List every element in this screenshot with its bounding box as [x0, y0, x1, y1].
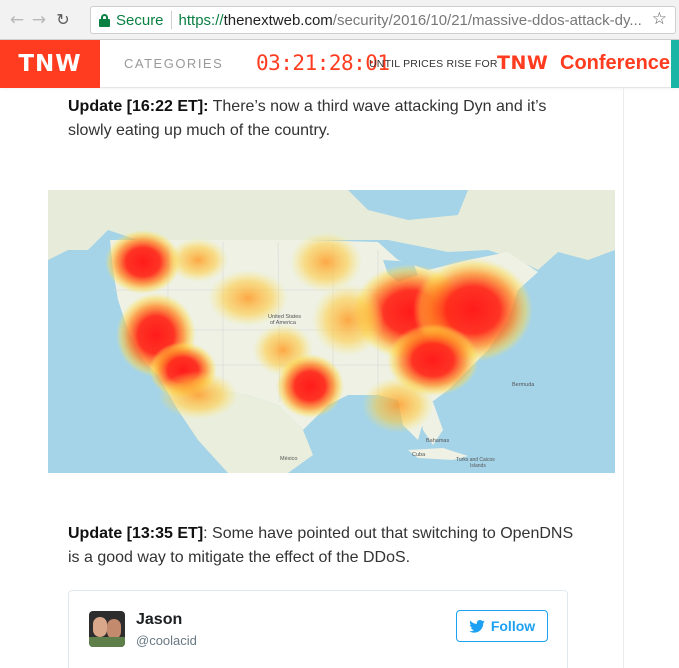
tnw-logo[interactable]: TNW [0, 40, 100, 88]
map-svg: United States of America México Bahamas … [48, 190, 615, 473]
reload-icon[interactable]: ↻ [52, 10, 74, 29]
omnibox-separator [170, 11, 172, 29]
map-label-bahamas: Bahamas [426, 438, 449, 444]
categories-menu[interactable]: CATEGORIES [124, 56, 223, 71]
map-label-cuba: Cuba [412, 452, 426, 458]
map-label-bermuda: Bermuda [512, 382, 535, 388]
outage-heat-map: United States of America México Bahamas … [48, 190, 615, 473]
back-arrow-icon[interactable]: ← [6, 10, 28, 30]
url-path: /security/2016/10/21/massive-ddos-attack… [332, 11, 642, 29]
update-paragraph: Update [13:35 ET]: Some have pointed out… [68, 522, 588, 570]
twitter-bird-icon [469, 619, 485, 633]
map-label-mexico: México [280, 456, 297, 462]
url-protocol: https:// [178, 11, 224, 29]
url-host: thenextweb.com [223, 11, 333, 29]
content-divider [623, 88, 624, 668]
lock-icon [99, 13, 110, 27]
address-bar[interactable]: Secure https://thenextweb.com/security/2… [90, 6, 676, 34]
until-prices-text: UNTIL PRICES RISE FOR [369, 58, 498, 70]
logo-text: TNW [18, 51, 82, 77]
secure-label: Secure [116, 11, 164, 29]
avatar[interactable] [89, 611, 125, 647]
conference-logo[interactable]: TNW [497, 52, 548, 74]
follow-label: Follow [490, 618, 536, 634]
tweet-author-name[interactable]: Jason [136, 611, 182, 629]
update-paragraph: Update [16:22 ET]: There’s now a third w… [68, 95, 588, 143]
tweet-author-handle[interactable]: @coolacid [136, 633, 197, 648]
update-label: Update [16:22 ET]: [68, 98, 209, 115]
forward-arrow-icon[interactable]: → [28, 10, 50, 30]
header-edge-accent [671, 40, 679, 88]
site-header: TNW CATEGORIES 03:21:28:01 UNTIL PRICES … [0, 40, 679, 88]
conference-word[interactable]: Conference [560, 52, 670, 75]
browser-toolbar: ← → ↻ Secure https://thenextweb.com/secu… [0, 0, 679, 40]
embedded-tweet[interactable]: Jason @coolacid Follow [68, 590, 568, 668]
follow-button[interactable]: Follow [456, 610, 548, 642]
update-label: Update [13:35 ET] [68, 525, 204, 542]
bookmark-star-icon[interactable]: ☆ [652, 9, 667, 29]
